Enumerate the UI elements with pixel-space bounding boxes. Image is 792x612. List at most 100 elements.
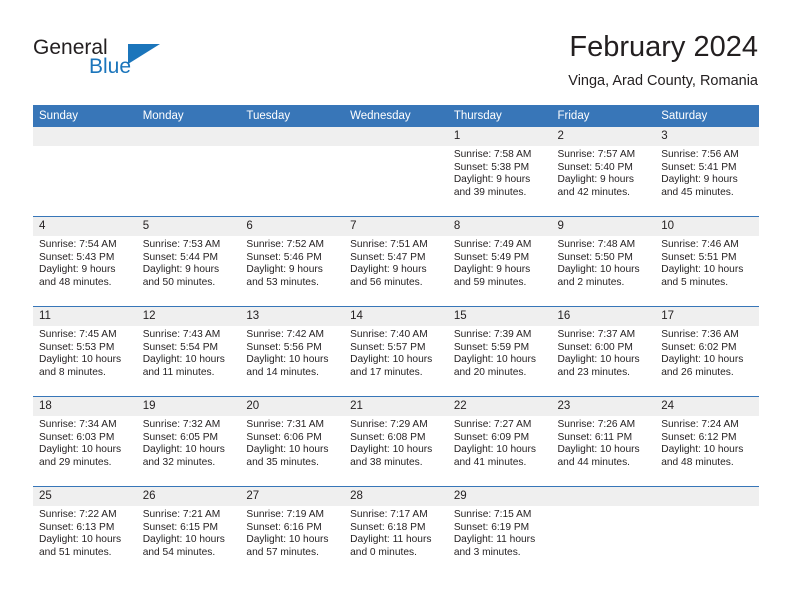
sun-info-line: Sunset: 6:06 PM [246,431,322,443]
calendar-day-cell[interactable]: 28 Sunrise: 7:17 AM Sunset: 6:18 PM Dayligh… [344,486,448,576]
sun-info-line: Sunset: 5:54 PM [142,341,219,353]
sun-info: Sunrise: 7:26 AM Sunset: 6:11 PM Daylight:… [552,416,656,469]
sun-info-line: Sunrise: 7:43 AM [142,329,221,340]
day-number: 2 [551,127,656,146]
sun-info-line: and 23 minutes. [557,366,631,378]
calendar-day-cell[interactable]: 13 Sunrise: 7:42 AM Sunset: 5:56 PM Dayligh… [240,306,345,397]
calendar-day-cell[interactable]: 27 Sunrise: 7:19 AM Sunset: 6:16 PM Dayligh… [240,486,345,576]
calendar-day-cell[interactable]: 3 Sunrise: 7:56 AM Sunset: 5:41 PM Daylight… [655,127,759,217]
day-cell-content: 29 Sunrise: 7:15 AM Sunset: 6:19 PM Dayligh… [447,487,552,576]
day-cell-content: 8 Sunrise: 7:49 AM Sunset: 5:49 PM Daylight… [447,217,552,306]
sun-info-line: Sunset: 5:38 PM [453,161,530,173]
sun-info: Sunrise: 7:57 AM Sunset: 5:40 PM Daylight:… [552,146,656,199]
calendar-day-cell[interactable]: 10 Sunrise: 7:46 AM Sunset: 5:51 PM Dayligh… [655,216,759,307]
weekday-header-monday: Monday [136,105,241,127]
sun-info-line: and 2 minutes. [557,276,625,288]
day-number: 22 [447,397,552,416]
sun-info-line: Daylight: 9 hours [453,264,531,276]
calendar-day-cell[interactable]: 19 Sunrise: 7:32 AM Sunset: 6:05 PM Dayligh… [136,396,241,487]
calendar-day-cell[interactable]: 26 Sunrise: 7:21 AM Sunset: 6:15 PM Dayligh… [136,486,241,576]
sun-info: Sunrise: 7:24 AM Sunset: 6:12 PM Daylight:… [655,416,759,469]
sun-info-line: and 17 minutes. [350,366,423,378]
sun-info-line: Daylight: 10 hours [246,444,329,456]
weekday-header-friday: Friday [551,105,656,127]
day-cell-content: 11 Sunrise: 7:45 AM Sunset: 5:53 PM Dayligh… [33,307,137,396]
sun-info-line: and 14 minutes. [246,366,319,378]
sun-info-line: and 56 minutes. [350,276,423,288]
sun-info-line: Sunrise: 7:27 AM [453,419,532,430]
sun-info-line: Sunrise: 7:57 AM [557,149,636,160]
calendar-day-cell[interactable]: 5 Sunrise: 7:53 AM Sunset: 5:44 PM Daylight… [136,216,241,307]
sun-info-line: Sunrise: 7:32 AM [142,419,221,430]
calendar-week-row: 11 Sunrise: 7:45 AM Sunset: 5:53 PM Dayligh… [33,306,759,397]
sun-info-line: and 11 minutes. [142,366,215,378]
sun-info-line: Sunset: 5:44 PM [142,251,219,263]
calendar-day-cell[interactable]: 29 Sunrise: 7:15 AM Sunset: 6:19 PM Dayligh… [447,486,552,576]
page-title: February 2024 [569,31,758,63]
day-number: 25 [33,487,137,506]
sun-info: Sunrise: 7:19 AM Sunset: 6:16 PM Daylight:… [240,506,344,559]
sun-info-line: Sunset: 5:56 PM [246,341,322,353]
sun-info: Sunrise: 7:27 AM Sunset: 6:09 PM Daylight:… [448,416,552,469]
calendar-empty-cell [136,127,241,217]
day-cell-content: 20 Sunrise: 7:31 AM Sunset: 6:06 PM Dayligh… [240,397,345,486]
sun-info: Sunrise: 7:49 AM Sunset: 5:49 PM Daylight:… [448,236,552,289]
sun-info-line: Daylight: 10 hours [661,264,744,276]
day-cell-content: 7 Sunrise: 7:51 AM Sunset: 5:47 PM Daylight… [344,217,448,306]
day-cell-content: 13 Sunrise: 7:42 AM Sunset: 5:56 PM Dayligh… [240,307,345,396]
calendar-day-cell[interactable]: 24 Sunrise: 7:24 AM Sunset: 6:12 PM Dayligh… [655,396,759,487]
calendar-day-cell[interactable]: 22 Sunrise: 7:27 AM Sunset: 6:09 PM Dayligh… [447,396,552,487]
sun-info-line: Sunset: 5:41 PM [661,161,737,173]
sun-info-line: Sunset: 6:05 PM [142,431,219,443]
sun-info-line: Sunset: 5:51 PM [661,251,737,263]
sun-info-line: Daylight: 9 hours [142,264,220,276]
calendar-day-cell[interactable]: 9 Sunrise: 7:48 AM Sunset: 5:50 PM Daylight… [551,216,656,307]
sun-info-line: and 53 minutes. [246,276,319,288]
sun-info-line: Sunrise: 7:53 AM [142,239,221,250]
sun-info: Sunrise: 7:53 AM Sunset: 5:44 PM Daylight:… [137,236,241,289]
sun-info-line: Daylight: 10 hours [453,354,536,366]
calendar-day-cell[interactable]: 11 Sunrise: 7:45 AM Sunset: 5:53 PM Dayligh… [33,306,137,397]
calendar-day-cell[interactable]: 15 Sunrise: 7:39 AM Sunset: 5:59 PM Dayligh… [447,306,552,397]
calendar-day-cell[interactable]: 17 Sunrise: 7:36 AM Sunset: 6:02 PM Dayligh… [655,306,759,397]
sun-info: Sunrise: 7:29 AM Sunset: 6:08 PM Daylight:… [344,416,448,469]
calendar-day-cell[interactable]: 8 Sunrise: 7:49 AM Sunset: 5:49 PM Daylight… [447,216,552,307]
calendar-day-cell[interactable]: 4 Sunrise: 7:54 AM Sunset: 5:43 PM Daylight… [33,216,137,307]
logo-text-blue: Blue [89,55,132,78]
day-number: 13 [240,307,345,326]
calendar-empty-cell [655,486,759,576]
day-cell-content: 1 Sunrise: 7:58 AM Sunset: 5:38 PM Daylight… [447,127,552,216]
calendar-day-cell[interactable]: 6 Sunrise: 7:52 AM Sunset: 5:46 PM Daylight… [240,216,345,307]
day-number: 18 [33,397,137,416]
general-blue-logo[interactable]: General Blue [33,36,233,84]
day-number: 19 [136,397,241,416]
calendar-page: General Blue February 2024 Vinga, Arad C… [0,0,792,612]
calendar-day-cell[interactable]: 1 Sunrise: 7:58 AM Sunset: 5:38 PM Daylight… [447,127,552,217]
sun-info-line: Sunset: 5:43 PM [39,251,115,263]
calendar-day-cell[interactable]: 12 Sunrise: 7:43 AM Sunset: 5:54 PM Dayligh… [136,306,241,397]
calendar-day-cell[interactable]: 2 Sunrise: 7:57 AM Sunset: 5:40 PM Daylight… [551,127,656,217]
sun-info-line: Sunset: 6:09 PM [453,431,530,443]
day-cell-content: 4 Sunrise: 7:54 AM Sunset: 5:43 PM Daylight… [33,217,137,306]
calendar-day-cell[interactable]: 25 Sunrise: 7:22 AM Sunset: 6:13 PM Dayligh… [33,486,137,576]
sun-info: Sunrise: 7:54 AM Sunset: 5:43 PM Daylight:… [33,236,137,289]
day-number: 28 [344,487,448,506]
day-number [240,127,345,146]
day-number: 23 [551,397,656,416]
calendar-day-cell[interactable]: 23 Sunrise: 7:26 AM Sunset: 6:11 PM Dayligh… [551,396,656,487]
day-cell-content: 9 Sunrise: 7:48 AM Sunset: 5:50 PM Daylight… [551,217,656,306]
weekday-header-wednesday: Wednesday [344,105,448,127]
calendar-day-cell[interactable]: 16 Sunrise: 7:37 AM Sunset: 6:00 PM Dayligh… [551,306,656,397]
calendar-day-cell[interactable]: 14 Sunrise: 7:40 AM Sunset: 5:57 PM Dayligh… [344,306,448,397]
calendar-day-cell[interactable]: 21 Sunrise: 7:29 AM Sunset: 6:08 PM Dayligh… [344,396,448,487]
sun-info-line: and 20 minutes. [453,366,527,378]
day-number: 17 [655,307,759,326]
sun-info: Sunrise: 7:45 AM Sunset: 5:53 PM Daylight:… [33,326,137,379]
sun-info: Sunrise: 7:51 AM Sunset: 5:47 PM Daylight:… [344,236,448,289]
sun-info-line: and 45 minutes. [661,186,734,198]
sun-info-line: Sunrise: 7:37 AM [557,329,636,340]
day-number: 10 [655,217,759,236]
calendar-day-cell[interactable]: 20 Sunrise: 7:31 AM Sunset: 6:06 PM Dayligh… [240,396,345,487]
calendar-day-cell[interactable]: 7 Sunrise: 7:51 AM Sunset: 5:47 PM Daylight… [344,216,448,307]
calendar-day-cell[interactable]: 18 Sunrise: 7:34 AM Sunset: 6:03 PM Dayligh… [33,396,137,487]
